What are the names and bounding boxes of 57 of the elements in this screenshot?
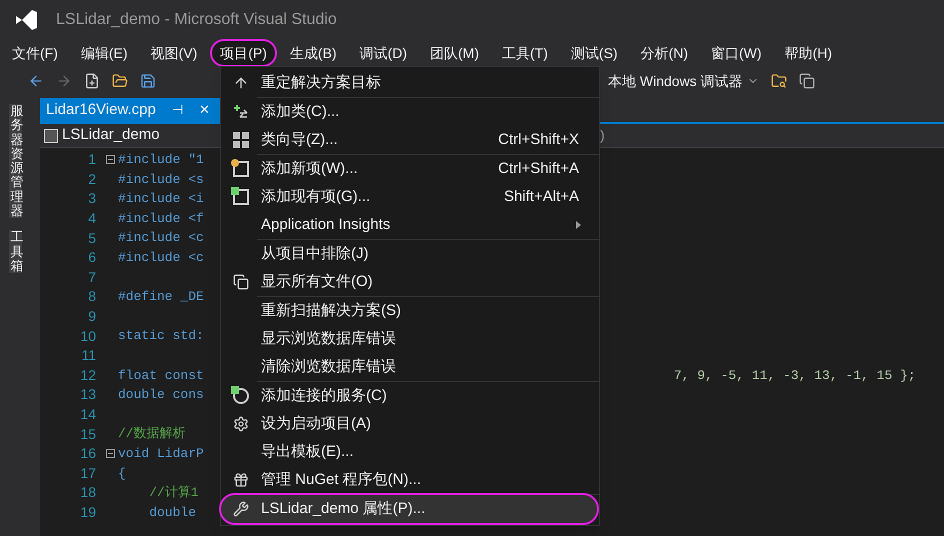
menu-label: 导出模板(E)... — [261, 442, 354, 462]
project-name: LSLidar_demo — [62, 125, 160, 146]
window-title: LSLidar_demo - Microsoft Visual Studio — [56, 10, 337, 30]
tab-label: Lidar16View.cpp — [46, 100, 156, 120]
code-text: #include <c — [118, 229, 204, 248]
menu-label: 显示浏览数据库错误 — [261, 328, 396, 349]
code-text: void LidarP — [118, 444, 204, 463]
line-number: 17 — [79, 464, 96, 483]
line-number: 3 — [87, 189, 96, 208]
line-number: 1 — [87, 150, 96, 170]
line-number: 7 — [87, 268, 96, 287]
menu-label: 管理 NuGet 程序包(N)... — [261, 470, 422, 490]
code-text: float const — [118, 366, 204, 385]
shortcut-text: Ctrl+Shift+A — [498, 158, 580, 179]
line-number: 11 — [80, 346, 96, 366]
code-comment: //计算1 — [148, 484, 199, 502]
menu-label: 添加新项(W)... — [261, 158, 358, 179]
code-text: #include <c — [118, 249, 204, 268]
code-text: #define _DE — [118, 288, 204, 306]
code-text: #include <s — [118, 170, 204, 189]
line-number: 9 — [87, 307, 96, 326]
code-comment: //数据解析 — [118, 425, 186, 444]
shortcut-text: Shift+Alt+A — [504, 186, 580, 207]
code-text: #include <i — [118, 190, 204, 208]
line-number: 14 — [79, 405, 96, 424]
menu-label: Application Insights — [261, 214, 390, 235]
menu-label: 重新扫描解决方案(S) — [261, 300, 401, 321]
code-text: static std: — [118, 327, 204, 346]
shortcut-text: Ctrl+Shift+X — [498, 130, 580, 150]
menu-label: 添加类(C)... — [261, 102, 340, 122]
menu-label: 重定解决方案目标 — [261, 72, 381, 93]
line-number: 16 — [79, 444, 96, 464]
menu-label: 添加现有项(G)... — [261, 186, 370, 207]
line-number: 15 — [79, 424, 96, 444]
line-number: 6 — [87, 248, 96, 268]
menu-label: 设为启动项目(A) — [261, 414, 371, 434]
line-number: 13 — [79, 385, 96, 404]
line-number: 19 — [79, 502, 96, 522]
line-number: 18 — [79, 483, 96, 502]
code-text: #include "1 — [118, 151, 204, 170]
menu-label: 清除浏览数据库错误 — [261, 356, 396, 377]
menu-label: 从项目中排除(J) — [261, 244, 368, 264]
line-number: 2 — [87, 170, 96, 189]
menu-label: 类向导(Z)... — [261, 130, 338, 150]
line-number: 5 — [87, 228, 96, 248]
code-text: { — [118, 464, 126, 483]
menu-label: LSLidar_demo 属性(P)... — [261, 498, 426, 519]
menu-label: 显示所有文件(O) — [261, 272, 373, 292]
line-number: 10 — [79, 326, 96, 346]
line-number: 4 — [87, 209, 96, 228]
code-text: double cons — [118, 386, 204, 404]
code-text: 7, 9, -5, 11, -3, 13, -1, 15 }; — [674, 366, 916, 385]
menu-label: 添加连接的服务(C) — [261, 386, 387, 406]
code-text: #include <f — [118, 210, 204, 228]
line-number: 12 — [79, 366, 96, 385]
line-number: 8 — [87, 287, 96, 306]
code-text: double — [148, 504, 196, 522]
